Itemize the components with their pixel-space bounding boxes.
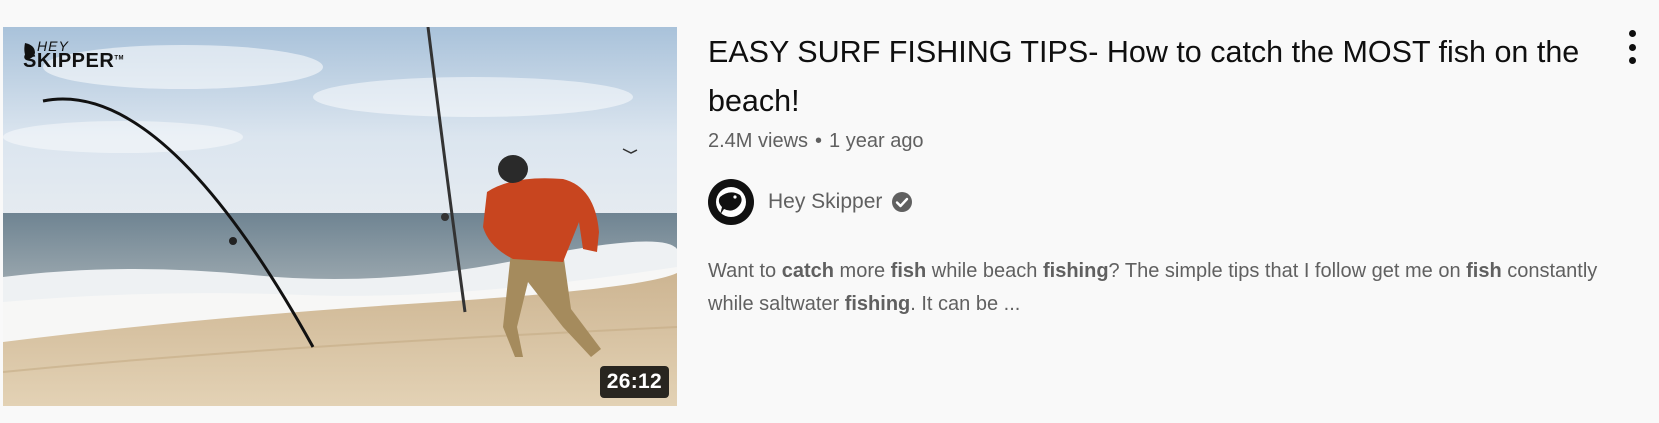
channel-name[interactable]: Hey Skipper — [768, 190, 882, 214]
more-vert-icon[interactable] — [1620, 30, 1644, 64]
menu-dot — [1628, 43, 1636, 51]
video-metadata: 2.4M views • 1 year ago — [708, 130, 1608, 153]
thumbnail-scene — [3, 27, 677, 406]
desc-keyword: fishing — [844, 293, 911, 315]
fish-avatar-icon — [716, 187, 746, 217]
video-description-snippet: Want to catch more fish while beach fish… — [708, 255, 1598, 321]
duration-badge: 26:12 — [599, 366, 669, 398]
video-thumbnail[interactable]: HEY SKIPPERTM 26:12 — [3, 27, 677, 406]
menu-dot — [1628, 57, 1636, 64]
desc-text: Want to — [708, 260, 782, 282]
video-result-row[interactable]: HEY SKIPPERTM 26:12 EASY SURF FISHING TI… — [0, 0, 1659, 423]
verified-check-icon — [891, 191, 913, 213]
fish-logo-icon — [24, 43, 35, 59]
channel-watermark-logo: HEY SKIPPERTM — [23, 39, 124, 71]
channel-info[interactable]: Hey Skipper — [708, 179, 1608, 225]
channel-avatar[interactable] — [708, 179, 754, 225]
desc-keyword: fish — [890, 260, 927, 282]
desc-keyword: catch — [781, 260, 834, 282]
logo-tm: TM — [114, 55, 124, 62]
view-count: 2.4M views — [708, 130, 809, 152]
desc-text: ? The simple tips that I follow get me o… — [1108, 260, 1467, 282]
logo-main-text: SKIPPERTM — [23, 51, 124, 71]
desc-text: more — [833, 260, 891, 282]
desc-text: while beach — [926, 260, 1043, 282]
desc-text: . It can be ... — [910, 293, 1021, 315]
publish-date: 1 year ago — [829, 130, 924, 152]
menu-dot — [1628, 30, 1636, 37]
video-title[interactable]: EASY SURF FISHING TIPS- How to catch the… — [708, 28, 1608, 126]
desc-keyword: fish — [1466, 260, 1502, 282]
video-details: EASY SURF FISHING TIPS- How to catch the… — [708, 28, 1608, 321]
meta-separator: • — [815, 130, 823, 152]
desc-keyword: fishing — [1042, 260, 1109, 282]
